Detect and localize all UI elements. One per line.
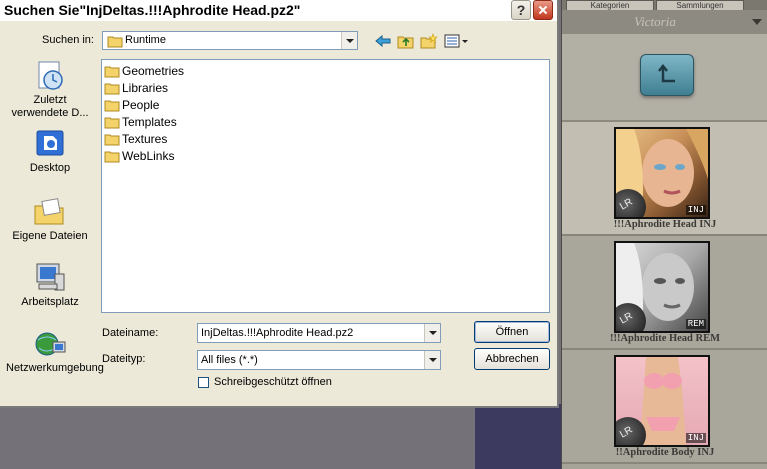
place-label: Eigene Dateien (12, 230, 88, 242)
filename-value: InjDeltas.!!!Aphrodite Head.pz2 (201, 327, 354, 339)
folder-icon (104, 151, 120, 163)
item-badge: REM (685, 319, 706, 329)
chevron-down-icon[interactable] (424, 351, 440, 369)
file-name: Templates (122, 115, 177, 129)
folder-up-icon[interactable] (640, 54, 694, 96)
library-category-label: Victoria (634, 14, 676, 29)
place-my-documents[interactable]: Eigene Dateien (6, 196, 94, 243)
readonly-label[interactable]: Schreibgeschützt öffnen (214, 376, 332, 388)
place-my-computer[interactable]: Arbeitsplatz (6, 262, 94, 309)
library-item-label: !!Aphrodite Body INJ (615, 447, 715, 458)
library-tabs: Kategorien Sammlungen (562, 0, 767, 11)
file-name: Geometries (122, 64, 185, 78)
help-button[interactable]: ? (511, 0, 531, 20)
chevron-down-icon[interactable] (752, 19, 762, 25)
item-badge: INJ (685, 205, 706, 215)
filename-label: Dateiname: (102, 327, 159, 339)
item-thumbnail: LR REM (614, 241, 710, 333)
filename-combo[interactable]: InjDeltas.!!!Aphrodite Head.pz2 (197, 323, 441, 343)
back-arrow-icon[interactable] (374, 33, 392, 49)
look-in-value: Runtime (125, 34, 166, 46)
workspace-background (475, 404, 565, 469)
network-icon (33, 328, 67, 360)
place-label: Netzwerkumgebung (6, 362, 104, 374)
file-list[interactable]: Geometries Libraries People Templates Te… (101, 59, 550, 313)
folder-icon (107, 36, 123, 48)
chevron-down-icon[interactable] (424, 324, 440, 342)
folder-icon (104, 66, 120, 78)
dialog-title: Suchen Sie"InjDeltas.!!!Aphrodite Head.p… (4, 2, 301, 18)
place-recent[interactable]: Zuletzt verwendete D... (6, 60, 94, 120)
my-computer-icon (33, 262, 67, 294)
dialog-titlebar[interactable]: Suchen Sie"InjDeltas.!!!Aphrodite Head.p… (0, 0, 557, 21)
view-menu-icon[interactable] (444, 33, 470, 49)
folder-icon (104, 134, 120, 146)
library-item[interactable]: LR INJ !!Aphrodite Body INJ (562, 350, 767, 464)
file-name: Libraries (122, 81, 169, 95)
close-button[interactable] (533, 0, 553, 20)
filetype-dropdown[interactable]: All files (*.*) (197, 350, 441, 370)
item-thumbnail: LR INJ (614, 355, 710, 447)
open-file-dialog: Suchen Sie"InjDeltas.!!!Aphrodite Head.p… (0, 0, 559, 408)
chevron-down-icon[interactable] (341, 32, 357, 49)
look-in-dropdown[interactable]: Runtime (102, 31, 358, 50)
item-thumbnail: LR INJ (614, 127, 710, 219)
place-network[interactable]: Netzwerkumgebung (6, 328, 104, 375)
folder-icon (104, 100, 120, 112)
library-panel: Kategorien Sammlungen Victoria LR INJ !!… (561, 0, 767, 469)
library-item-label: !!!Aphrodite Head INJ (613, 219, 717, 230)
new-folder-icon[interactable] (420, 33, 438, 49)
library-item-label: !!!Aphrodite Head REM (609, 333, 721, 344)
library-category-selector[interactable]: Victoria (562, 10, 767, 35)
library-item-list: LR INJ !!!Aphrodite Head INJ LR REM !!!A… (562, 34, 767, 469)
folder-icon (104, 83, 120, 95)
desktop-icon (33, 128, 67, 160)
file-name: People (122, 98, 160, 112)
up-folder-icon[interactable] (397, 33, 415, 49)
place-label: Arbeitsplatz (21, 296, 79, 308)
filetype-label: Dateityp: (102, 353, 146, 365)
file-name: Textures (122, 132, 168, 146)
folder-icon (104, 117, 120, 129)
open-button[interactable]: Öffnen (474, 321, 550, 343)
place-desktop[interactable]: Desktop (6, 128, 94, 175)
library-item[interactable]: LR REM !!!Aphrodite Head REM (562, 236, 767, 350)
look-in-label: Suchen in: (42, 34, 94, 46)
file-name: WebLinks (122, 149, 175, 163)
filetype-value: All files (*.*) (201, 354, 258, 366)
recent-documents-icon (33, 60, 67, 92)
readonly-checkbox[interactable] (198, 377, 209, 388)
item-badge: INJ (685, 433, 706, 443)
my-documents-icon (33, 196, 67, 228)
parent-folder-tile[interactable] (562, 34, 767, 122)
cancel-button[interactable]: Abbrechen (474, 348, 550, 370)
place-label: Desktop (29, 162, 71, 174)
library-item[interactable]: LR INJ !!!Aphrodite Head INJ (562, 122, 767, 236)
place-label: Zuletzt verwendete D... (11, 94, 89, 119)
